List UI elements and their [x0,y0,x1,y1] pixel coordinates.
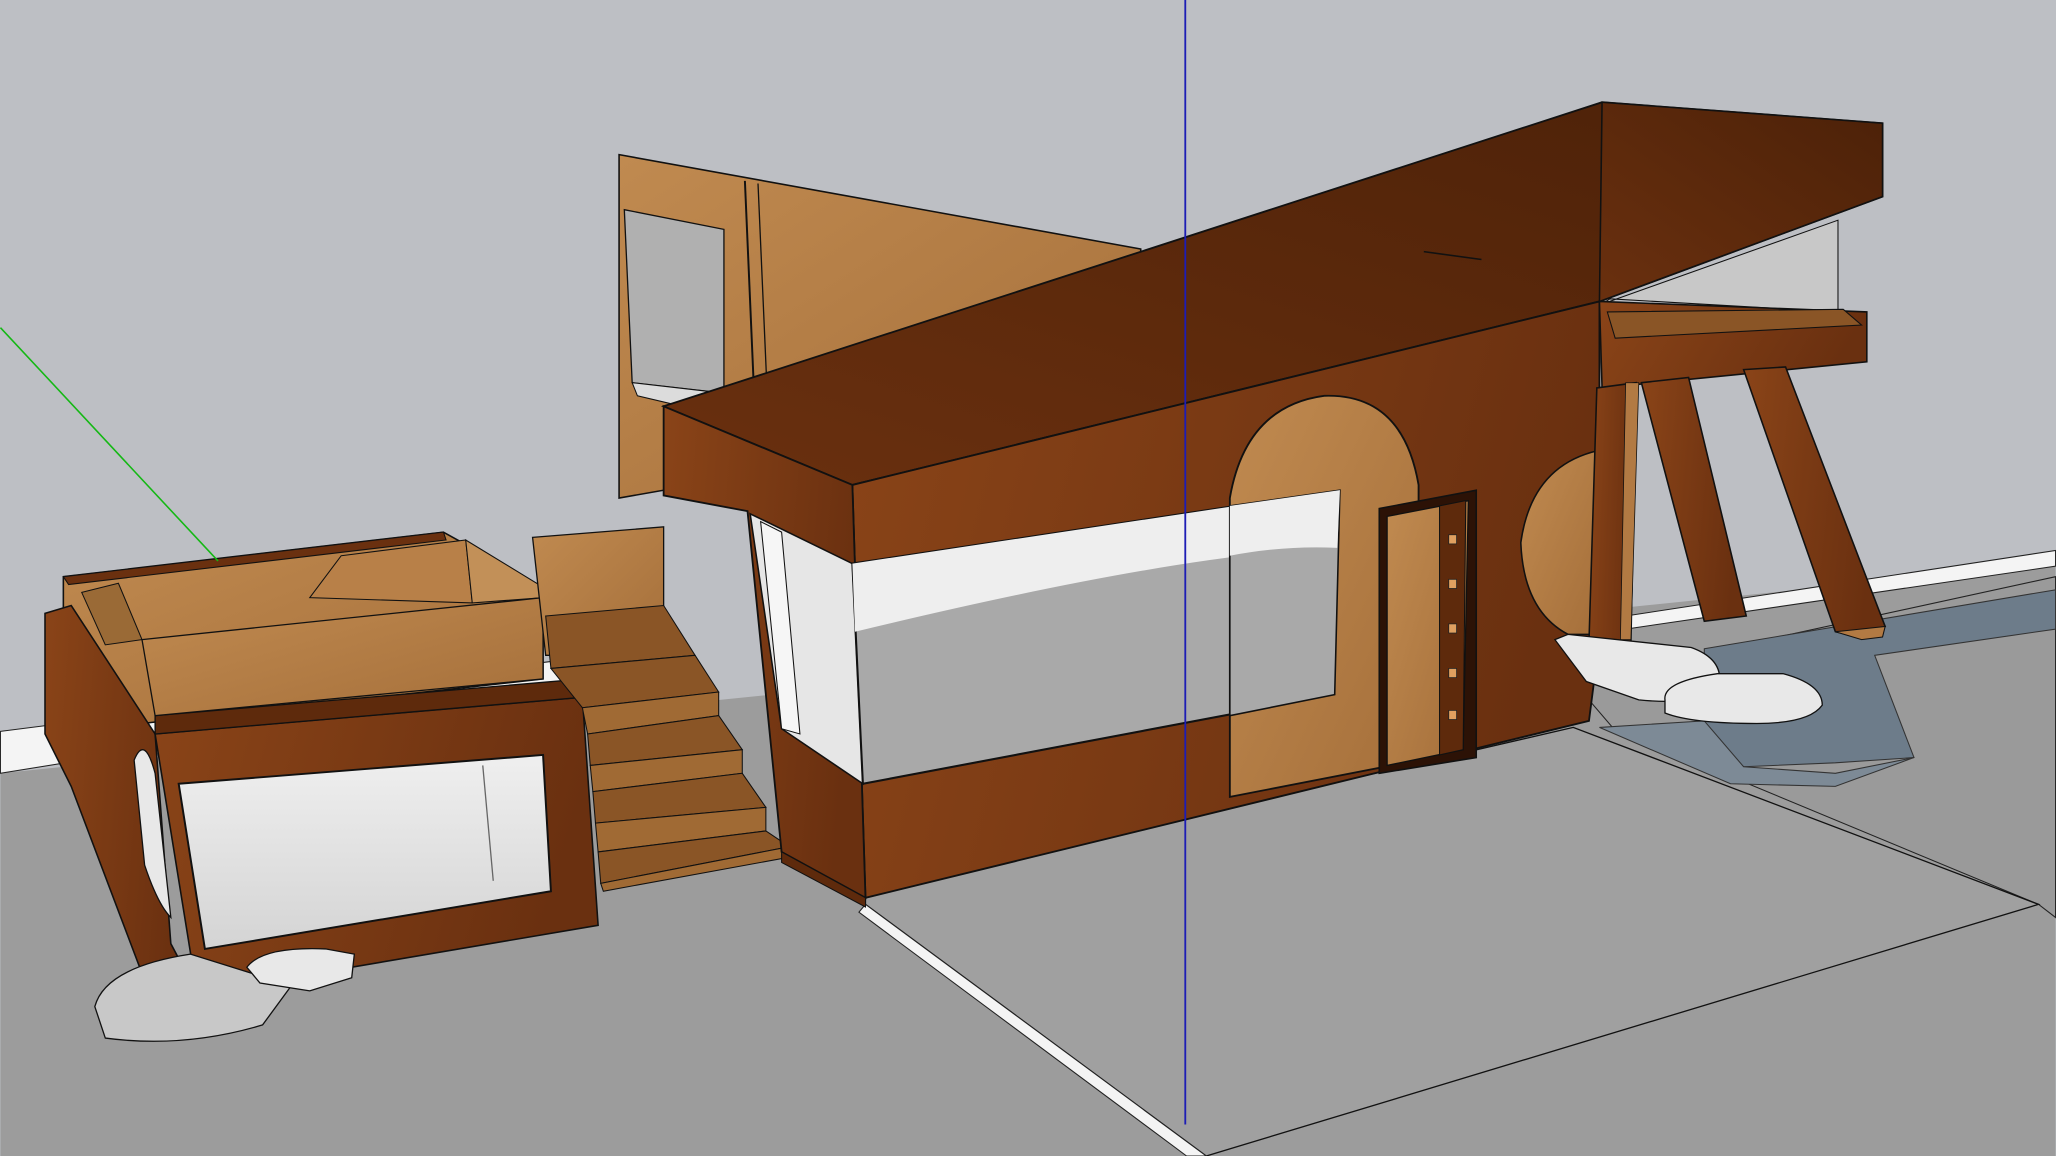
house-model-scene [0,0,2056,1156]
back-upper-window [623,208,725,394]
support-leg-left [1640,376,1748,623]
green-axis [0,327,219,562]
3d-modeling-viewport[interactable] [0,0,2056,1156]
